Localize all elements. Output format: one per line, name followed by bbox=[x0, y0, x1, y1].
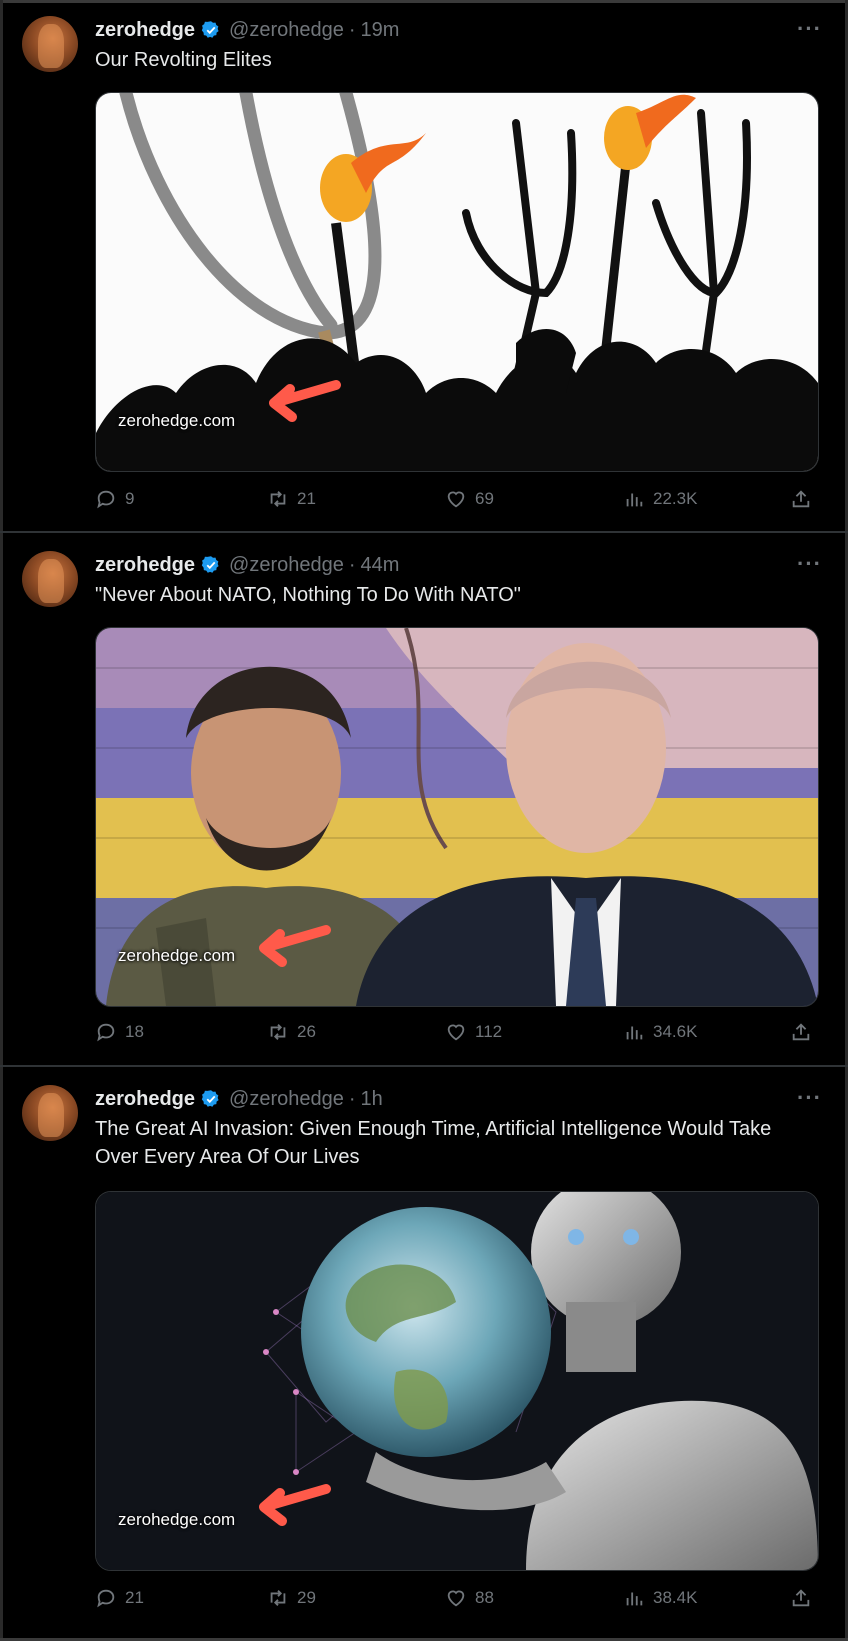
more-icon[interactable]: ··· bbox=[797, 1085, 822, 1111]
like-button[interactable]: 88 bbox=[445, 1583, 494, 1613]
share-icon bbox=[792, 490, 810, 508]
tweet[interactable]: zerohedge @zerohedge · 44m ··· "Never Ab… bbox=[0, 535, 848, 1067]
tweet[interactable]: zerohedge @zerohedge · 1h ··· The Great … bbox=[0, 1069, 848, 1641]
tweet-header: zerohedge @zerohedge · 44m bbox=[95, 551, 399, 579]
retweet-icon bbox=[270, 1024, 286, 1040]
retweet-button[interactable]: 21 bbox=[267, 484, 316, 514]
reply-button[interactable]: 9 bbox=[95, 484, 134, 514]
retweet-count: 29 bbox=[297, 1588, 316, 1607]
views-icon bbox=[626, 1592, 643, 1606]
tweet-media[interactable]: zerohedge.com bbox=[95, 92, 819, 472]
handle[interactable]: @zerohedge bbox=[229, 19, 344, 42]
views-icon bbox=[626, 493, 643, 507]
retweet-icon bbox=[270, 491, 286, 507]
display-name[interactable]: zerohedge bbox=[95, 1088, 195, 1111]
avatar[interactable] bbox=[22, 551, 78, 607]
like-count: 112 bbox=[475, 1022, 503, 1041]
tweet-divider bbox=[0, 1065, 848, 1067]
share-icon bbox=[792, 1023, 810, 1041]
retweet-icon bbox=[270, 1590, 286, 1606]
avatar[interactable] bbox=[22, 1085, 78, 1141]
avatar[interactable] bbox=[22, 16, 78, 72]
media-source-domain: zerohedge.com bbox=[118, 946, 236, 965]
more-icon[interactable]: ··· bbox=[797, 16, 822, 42]
timestamp[interactable]: 44m bbox=[361, 554, 400, 577]
share-button[interactable] bbox=[790, 1583, 820, 1613]
reply-button[interactable]: 18 bbox=[95, 1017, 144, 1047]
tweet-actions: 18 26 112 34.6K bbox=[95, 1017, 815, 1047]
share-icon bbox=[792, 1589, 810, 1607]
like-count: 88 bbox=[475, 1588, 494, 1607]
timestamp[interactable]: 1h bbox=[361, 1088, 383, 1111]
tweet-media[interactable]: zerohedge.com bbox=[95, 1191, 819, 1571]
reply-icon bbox=[97, 490, 115, 509]
display-name[interactable]: zerohedge bbox=[95, 554, 195, 577]
like-button[interactable]: 112 bbox=[445, 1017, 502, 1047]
separator-dot: · bbox=[348, 18, 356, 41]
heart-icon bbox=[447, 1590, 465, 1607]
verified-badge-icon bbox=[201, 556, 219, 573]
annotation-arrow-icon bbox=[259, 925, 331, 967]
share-button[interactable] bbox=[790, 484, 820, 514]
retweet-count: 26 bbox=[297, 1022, 316, 1041]
tweet-text: "Never About NATO, Nothing To Do With NA… bbox=[95, 584, 521, 606]
reply-count: 21 bbox=[125, 1588, 144, 1607]
handle[interactable]: @zerohedge bbox=[229, 554, 344, 577]
views-button[interactable]: 34.6K bbox=[623, 1017, 697, 1047]
retweet-button[interactable]: 29 bbox=[267, 1583, 316, 1613]
heart-icon bbox=[447, 491, 465, 508]
retweet-button[interactable]: 26 bbox=[267, 1017, 316, 1047]
reply-count: 9 bbox=[125, 489, 135, 508]
reply-button[interactable]: 21 bbox=[95, 1583, 144, 1613]
tweet-text: Our Revolting Elites bbox=[95, 49, 272, 71]
separator-dot: · bbox=[348, 1087, 356, 1110]
media-source-domain: zerohedge.com bbox=[118, 411, 236, 430]
tweet-header: zerohedge @zerohedge · 19m bbox=[95, 16, 399, 44]
views-count: 22.3K bbox=[653, 489, 698, 508]
share-button[interactable] bbox=[790, 1017, 820, 1047]
like-button[interactable]: 69 bbox=[445, 484, 494, 514]
views-count: 34.6K bbox=[653, 1022, 698, 1041]
tweet-actions: 9 21 69 22.3K bbox=[95, 484, 815, 514]
reply-icon bbox=[97, 1023, 115, 1042]
verified-badge-icon bbox=[201, 21, 219, 38]
views-button[interactable]: 38.4K bbox=[623, 1583, 697, 1613]
views-icon bbox=[626, 1026, 643, 1040]
heart-icon bbox=[447, 1024, 465, 1041]
timestamp[interactable]: 19m bbox=[361, 19, 400, 42]
more-icon[interactable]: ··· bbox=[797, 551, 822, 577]
views-button[interactable]: 22.3K bbox=[623, 484, 697, 514]
annotation-arrow-icon bbox=[259, 1484, 331, 1526]
tweet-text: The Great AI Invasion: Given Enough Time… bbox=[95, 1118, 772, 1168]
views-count: 38.4K bbox=[653, 1588, 698, 1607]
tweet-media[interactable]: zerohedge.com bbox=[95, 627, 819, 1007]
handle[interactable]: @zerohedge bbox=[229, 1088, 344, 1111]
tweet-feed: zerohedge @zerohedge · 19m ··· Our Revol… bbox=[0, 0, 848, 1641]
like-count: 69 bbox=[475, 489, 494, 508]
reply-count: 18 bbox=[125, 1022, 144, 1041]
separator-dot: · bbox=[348, 553, 356, 576]
tweet-header: zerohedge @zerohedge · 1h bbox=[95, 1085, 383, 1113]
retweet-count: 21 bbox=[297, 489, 316, 508]
tweet-actions: 21 29 88 38.4K bbox=[95, 1583, 815, 1613]
annotation-arrow-icon bbox=[269, 380, 341, 422]
tweet[interactable]: zerohedge @zerohedge · 19m ··· Our Revol… bbox=[0, 0, 848, 533]
tweet-divider bbox=[0, 531, 848, 533]
verified-badge-icon bbox=[201, 1090, 219, 1107]
media-source-domain: zerohedge.com bbox=[118, 1510, 236, 1529]
display-name[interactable]: zerohedge bbox=[95, 19, 195, 42]
reply-icon bbox=[97, 1589, 115, 1608]
